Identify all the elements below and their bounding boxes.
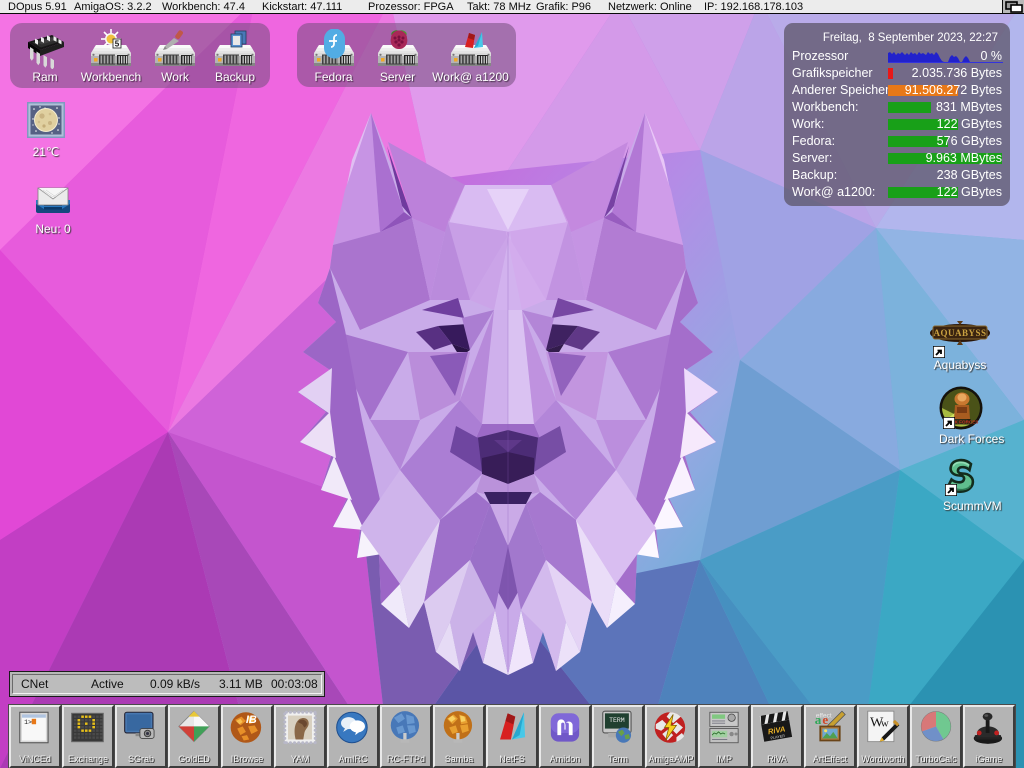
svg-text:AQUABYSS: AQUABYSS: [933, 328, 986, 338]
svg-text:IB: IB: [246, 714, 257, 726]
svg-text:w: w: [881, 717, 889, 729]
svg-text:5: 5: [115, 40, 120, 49]
svg-text:1>: 1>: [24, 719, 32, 726]
svg-text:effect: effect: [816, 713, 832, 720]
svg-text:TERM: TERM: [609, 717, 625, 724]
